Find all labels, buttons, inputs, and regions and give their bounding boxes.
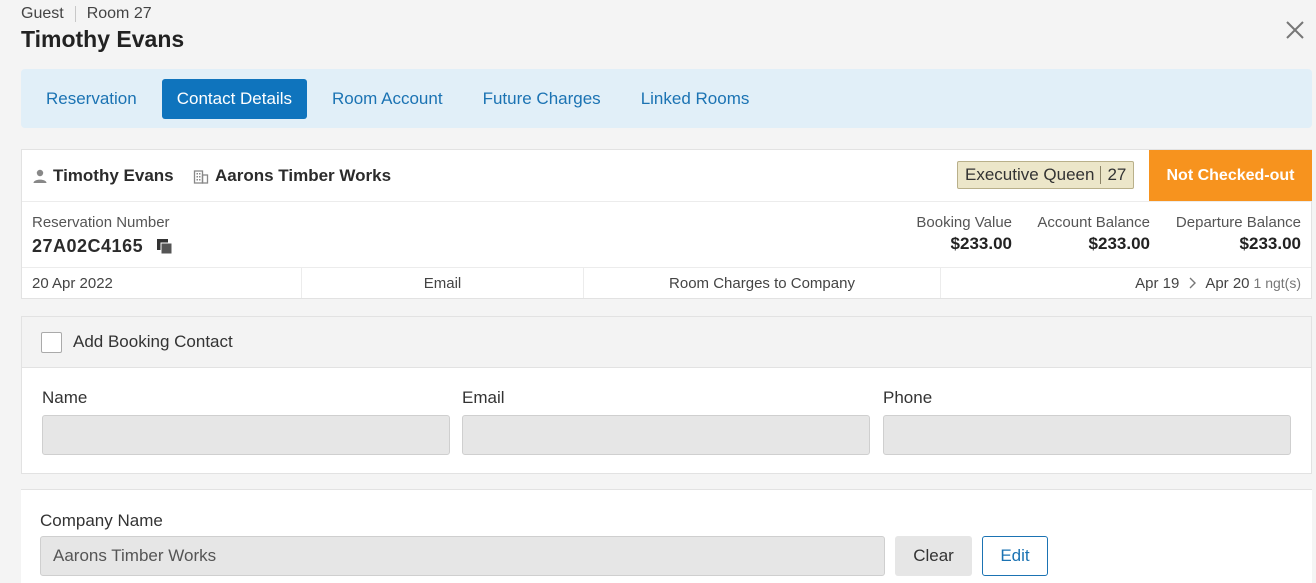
summary-guest-name: Timothy Evans (53, 166, 174, 185)
account-balance-label: Account Balance (1037, 214, 1150, 231)
email-field: Email (462, 388, 870, 455)
email-label: Email (462, 388, 505, 407)
edit-button[interactable]: Edit (982, 536, 1048, 576)
billing-method: Room Charges to Company (584, 268, 941, 298)
departure-balance-amount: $233.00 (1239, 234, 1301, 253)
departure-date: Apr 20 (1205, 274, 1250, 292)
phone-input[interactable] (883, 415, 1291, 455)
summary-company-name: Aarons Timber Works (215, 166, 392, 185)
account-balance-amount: $233.00 (1088, 234, 1150, 253)
booking-source: Email (302, 268, 584, 298)
booking-value: Booking Value $233.00 (912, 214, 1012, 254)
status-badge: Not Checked-out (1149, 150, 1312, 201)
company-name-label: Company Name (40, 511, 163, 530)
add-booking-contact-checkbox[interactable] (41, 331, 62, 353)
account-balance: Account Balance $233.00 (1030, 214, 1150, 254)
divider (1100, 166, 1102, 184)
arrival-date: Apr 19 (1135, 274, 1180, 292)
close-icon[interactable] (1283, 18, 1307, 42)
company-panel: Company Name Clear Edit (21, 489, 1312, 583)
copy-icon[interactable] (156, 238, 173, 255)
reservation-number: 27A02C4165 (32, 236, 173, 257)
email-input[interactable] (462, 415, 870, 455)
page-title: Timothy Evans (21, 26, 185, 52)
summary-company: Aarons Timber Works (193, 166, 391, 186)
summary-details-row: 20 Apr 2022 Email Room Charges to Compan… (22, 268, 1311, 298)
phone-label: Phone (883, 388, 933, 407)
room-badge: Executive Queen 27 (957, 161, 1135, 189)
stay-dates: Apr 19 Apr 20 1 ngt(s) (941, 268, 1311, 298)
phone-field: Phone (883, 388, 1291, 455)
created-date: 20 Apr 2022 (22, 268, 302, 298)
tab-future-charges[interactable]: Future Charges (468, 79, 616, 119)
departure-balance: Departure Balance $233.00 (1162, 214, 1301, 254)
tab-contact-details[interactable]: Contact Details (161, 78, 307, 119)
reservation-summary: Timothy Evans Aarons Timber Works Execut… (21, 149, 1312, 299)
room-label: Room 27 (86, 5, 152, 22)
booking-value-label: Booking Value (916, 214, 1012, 231)
guest-label: Guest (21, 5, 64, 22)
name-input[interactable] (42, 415, 450, 455)
company-name-input[interactable] (40, 536, 885, 576)
name-label: Name (42, 388, 88, 407)
tab-room-account[interactable]: Room Account (317, 79, 458, 119)
summary-guest: Timothy Evans (32, 166, 174, 186)
clear-button[interactable]: Clear (895, 536, 972, 576)
tab-bar: Reservation Contact Details Room Account… (21, 69, 1312, 128)
name-field: Name (42, 388, 450, 455)
room-number: 27 (1107, 165, 1127, 184)
header-meta: Guest Room 27 (21, 5, 152, 23)
chevron-right-icon (1188, 277, 1197, 289)
departure-balance-label: Departure Balance (1175, 214, 1301, 231)
reservation-number-value: 27A02C4165 (32, 236, 144, 256)
booking-value-amount: $233.00 (950, 234, 1012, 253)
person-icon (32, 168, 48, 184)
add-booking-contact-label: Add Booking Contact (73, 332, 233, 351)
booking-contact-panel: Add Booking Contact Name Email Phone (21, 316, 1312, 474)
room-type: Executive Queen (965, 165, 1095, 184)
nights-count: 1 ngt(s) (1253, 275, 1301, 291)
reservation-number-label: Reservation Number (32, 214, 170, 231)
tab-linked-rooms[interactable]: Linked Rooms (626, 79, 765, 119)
divider (74, 6, 76, 22)
tab-reservation[interactable]: Reservation (31, 79, 152, 119)
building-icon (193, 168, 209, 184)
